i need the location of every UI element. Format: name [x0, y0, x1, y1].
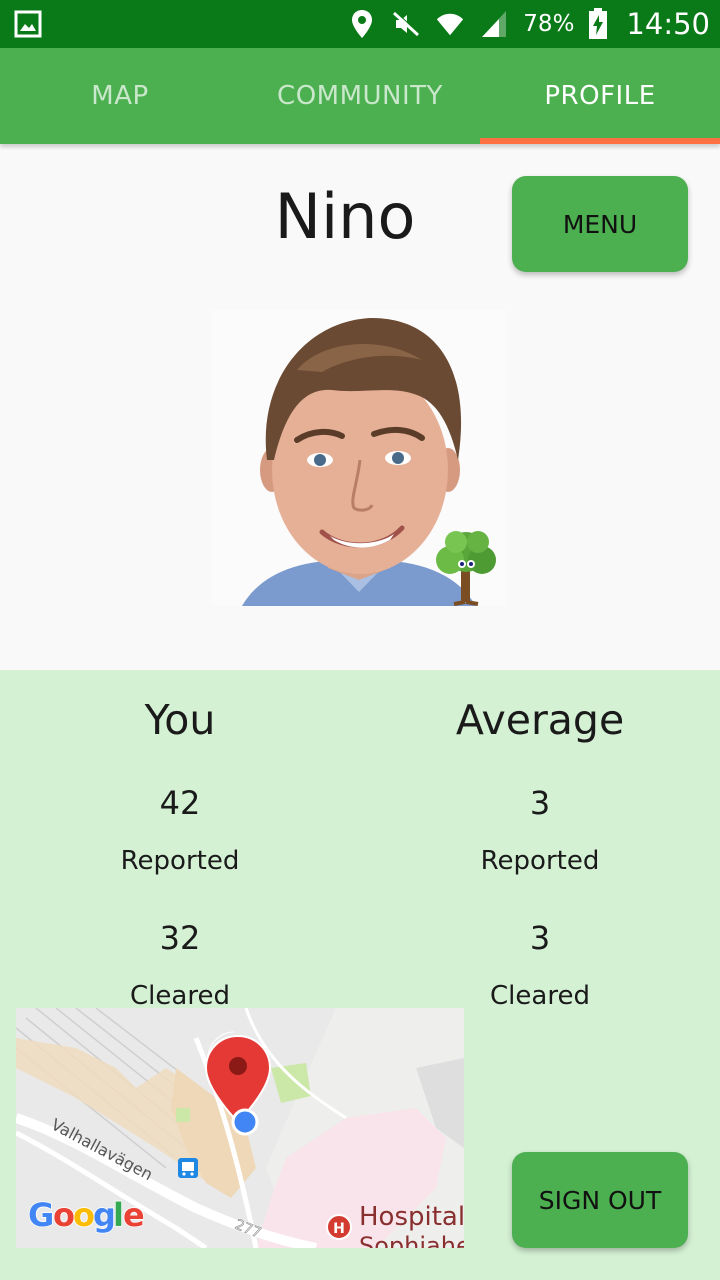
google-logo: G o o g l e [27, 1195, 145, 1235]
svg-text:o: o [73, 1196, 95, 1234]
you-reported-label: Reported [120, 846, 240, 876]
you-cleared-label: Cleared [130, 981, 230, 1011]
bus-stop-icon [178, 1158, 198, 1178]
svg-text:e: e [123, 1196, 145, 1234]
profile-name: Nino [274, 180, 416, 253]
hospital-icon: H [326, 1214, 352, 1240]
sign-out-button[interactable]: SIGN OUT [512, 1152, 688, 1248]
menu-button[interactable]: MENU [512, 176, 688, 272]
average-reported-count: 3 [529, 784, 551, 822]
tab-profile[interactable]: PROFILE [480, 48, 720, 144]
svg-text:o: o [53, 1196, 75, 1234]
tab-bar: MAP COMMUNITY PROFILE [0, 48, 720, 144]
svg-text:G: G [28, 1196, 54, 1234]
svg-text:H: H [333, 1221, 345, 1237]
you-cleared-count: 32 [159, 919, 201, 957]
current-location-icon [231, 1108, 259, 1136]
you-reported-count: 42 [159, 784, 201, 822]
mute-icon [393, 11, 421, 37]
wifi-icon [437, 13, 464, 36]
average-reported-label: Reported [480, 846, 600, 876]
avatar[interactable] [212, 310, 506, 606]
tab-map[interactable]: MAP [0, 48, 240, 144]
status-bar: 78% 14:50 [0, 0, 720, 48]
mini-map[interactable]: Valhallavägen 277 H Hospital Sophiahem G… [16, 1008, 464, 1248]
clock: 14:50 [626, 7, 710, 41]
tab-community[interactable]: COMMUNITY [240, 48, 480, 144]
poi-label: Hospital [359, 1202, 464, 1232]
poi-sublabel: Sophiahem [359, 1232, 464, 1248]
map-tiles: Valhallavägen 277 H Hospital Sophiahem G… [16, 1008, 464, 1248]
average-heading: Average [455, 696, 625, 744]
tree-badge-icon [436, 531, 496, 606]
gallery-notification-icon [14, 10, 42, 38]
battery-percentage: 78% [523, 11, 575, 37]
location-icon [352, 10, 373, 38]
you-heading: You [144, 696, 216, 744]
average-cleared-label: Cleared [490, 981, 590, 1011]
signal-icon [482, 11, 507, 37]
average-cleared-count: 3 [529, 919, 551, 957]
battery-charging-icon [589, 8, 608, 39]
